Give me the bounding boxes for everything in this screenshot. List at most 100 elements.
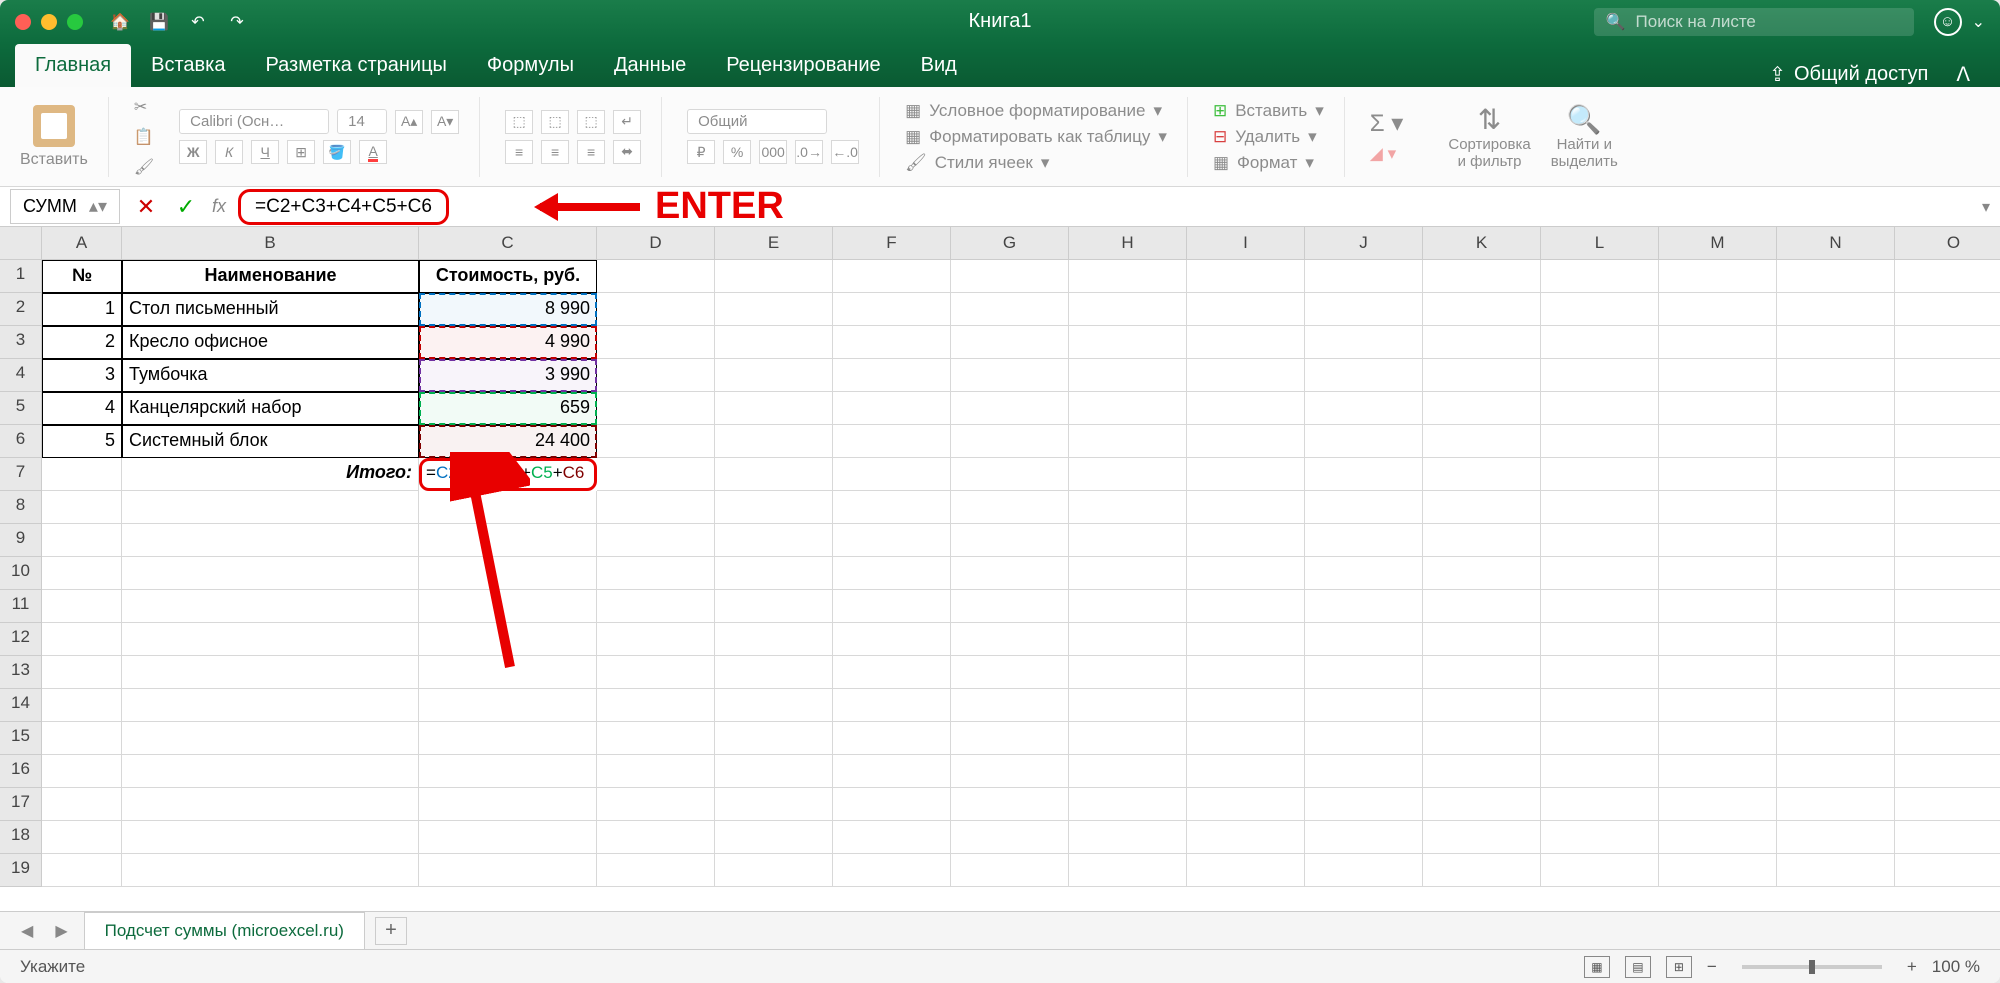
cell[interactable] <box>1187 293 1305 326</box>
cell[interactable] <box>1305 359 1423 392</box>
cancel-icon[interactable]: ✕ <box>132 194 160 220</box>
increase-decimal-icon[interactable]: .0→ <box>795 140 823 164</box>
cell[interactable] <box>1187 656 1305 689</box>
cell[interactable] <box>1069 722 1187 755</box>
cell[interactable] <box>1305 392 1423 425</box>
cell[interactable] <box>1541 623 1659 656</box>
tab-home[interactable]: Главная <box>15 44 131 87</box>
cell[interactable] <box>1659 392 1777 425</box>
cell[interactable] <box>951 722 1069 755</box>
cell[interactable] <box>419 590 597 623</box>
column-header[interactable]: L <box>1541 227 1659 260</box>
sheet-tab[interactable]: Подсчет суммы (microexcel.ru) <box>84 912 365 949</box>
cell[interactable] <box>1069 326 1187 359</box>
cell[interactable] <box>951 458 1069 491</box>
cell[interactable] <box>1541 425 1659 458</box>
cell[interactable] <box>1187 359 1305 392</box>
cell[interactable] <box>1541 557 1659 590</box>
cell[interactable] <box>715 689 833 722</box>
cell[interactable] <box>1541 524 1659 557</box>
cell[interactable] <box>1659 656 1777 689</box>
cell[interactable] <box>1659 491 1777 524</box>
cell[interactable] <box>1659 326 1777 359</box>
cell[interactable] <box>597 359 715 392</box>
cell[interactable] <box>1423 689 1541 722</box>
row-header[interactable]: 10 <box>0 557 42 590</box>
cell[interactable] <box>1423 524 1541 557</box>
number-format-select[interactable]: Общий <box>687 109 827 134</box>
column-header[interactable]: H <box>1069 227 1187 260</box>
cell[interactable] <box>833 590 951 623</box>
cell[interactable] <box>1069 656 1187 689</box>
format-painter-icon[interactable]: 🖌 <box>134 157 154 177</box>
column-header[interactable]: O <box>1895 227 2000 260</box>
cell[interactable] <box>1187 722 1305 755</box>
cell[interactable] <box>1305 689 1423 722</box>
cell[interactable] <box>1895 623 2000 656</box>
cell[interactable] <box>1187 590 1305 623</box>
cell[interactable] <box>951 392 1069 425</box>
cell[interactable] <box>1305 293 1423 326</box>
column-header[interactable]: D <box>597 227 715 260</box>
cell[interactable] <box>597 491 715 524</box>
cell[interactable] <box>1541 392 1659 425</box>
cell[interactable] <box>1541 854 1659 887</box>
cell[interactable] <box>1895 854 2000 887</box>
cell[interactable] <box>1305 425 1423 458</box>
cell[interactable] <box>1423 458 1541 491</box>
cell[interactable] <box>1305 458 1423 491</box>
cell[interactable] <box>1423 359 1541 392</box>
cell[interactable] <box>1187 755 1305 788</box>
cell[interactable] <box>1895 689 2000 722</box>
cell[interactable] <box>597 656 715 689</box>
cell[interactable] <box>1069 623 1187 656</box>
format-cells-button[interactable]: ▦ Формат ▾ <box>1213 153 1324 173</box>
font-size-select[interactable]: 14 <box>337 109 387 134</box>
cell[interactable] <box>1069 821 1187 854</box>
cell[interactable] <box>1659 854 1777 887</box>
cell[interactable] <box>833 491 951 524</box>
cell[interactable] <box>419 821 597 854</box>
cell[interactable] <box>1541 656 1659 689</box>
cell[interactable] <box>1659 260 1777 293</box>
wrap-text-icon[interactable]: ↵ <box>613 110 641 134</box>
prev-sheet-icon[interactable]: ◀ <box>15 921 39 941</box>
cell[interactable] <box>1069 689 1187 722</box>
cell[interactable] <box>1069 491 1187 524</box>
cell[interactable] <box>122 656 419 689</box>
cell[interactable] <box>597 260 715 293</box>
cell[interactable] <box>1895 755 2000 788</box>
cell[interactable] <box>1541 359 1659 392</box>
expand-formula-bar-icon[interactable]: ▾ <box>1982 197 1990 217</box>
row-header[interactable]: 15 <box>0 722 42 755</box>
copy-icon[interactable]: 📋 <box>134 127 154 147</box>
name-box[interactable]: СУММ▴▾ <box>10 189 120 224</box>
cell[interactable] <box>1069 359 1187 392</box>
cell[interactable] <box>1305 557 1423 590</box>
cell[interactable] <box>419 722 597 755</box>
cell[interactable] <box>1541 722 1659 755</box>
chevron-down-icon[interactable]: ⌄ <box>1972 12 1985 32</box>
cell[interactable] <box>42 590 122 623</box>
align-left-icon[interactable]: ≡ <box>505 140 533 164</box>
cell[interactable] <box>1069 788 1187 821</box>
cell[interactable] <box>1541 293 1659 326</box>
share-button[interactable]: ⇪ Общий доступ ᐱ <box>1754 62 1985 87</box>
column-header[interactable]: K <box>1423 227 1541 260</box>
add-sheet-button[interactable]: + <box>375 917 407 945</box>
cell[interactable] <box>1305 656 1423 689</box>
increase-font-icon[interactable]: A▴ <box>395 110 423 134</box>
spreadsheet-grid[interactable]: ABCDEFGHIJKLMNO1№НаименованиеСтоимость, … <box>0 227 2000 911</box>
confirm-icon[interactable]: ✓ <box>172 194 200 220</box>
cell[interactable] <box>122 788 419 821</box>
fill-color-icon[interactable]: 🪣 <box>323 140 351 164</box>
sort-filter-button[interactable]: ⇅ Сортировка и фильтр <box>1448 103 1530 170</box>
cell[interactable] <box>715 260 833 293</box>
cell[interactable] <box>951 623 1069 656</box>
cell[interactable] <box>1069 755 1187 788</box>
formula-input[interactable]: =C2+C3+C4+C5+C6 <box>238 189 449 225</box>
cell[interactable] <box>715 590 833 623</box>
column-header[interactable]: N <box>1777 227 1895 260</box>
cell[interactable] <box>1777 293 1895 326</box>
cell[interactable] <box>1777 788 1895 821</box>
